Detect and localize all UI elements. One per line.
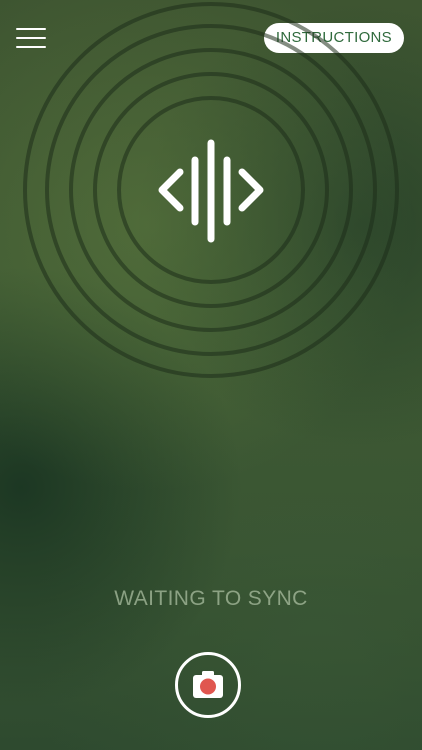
audio-sync-waveform-icon: [158, 139, 264, 243]
camera-icon: [193, 671, 223, 698]
camera-button[interactable]: [175, 652, 241, 718]
app-screen: INSTRUCTIONS WAITING TO SYNC: [0, 0, 422, 750]
sync-status-text: WAITING TO SYNC: [114, 587, 308, 610]
